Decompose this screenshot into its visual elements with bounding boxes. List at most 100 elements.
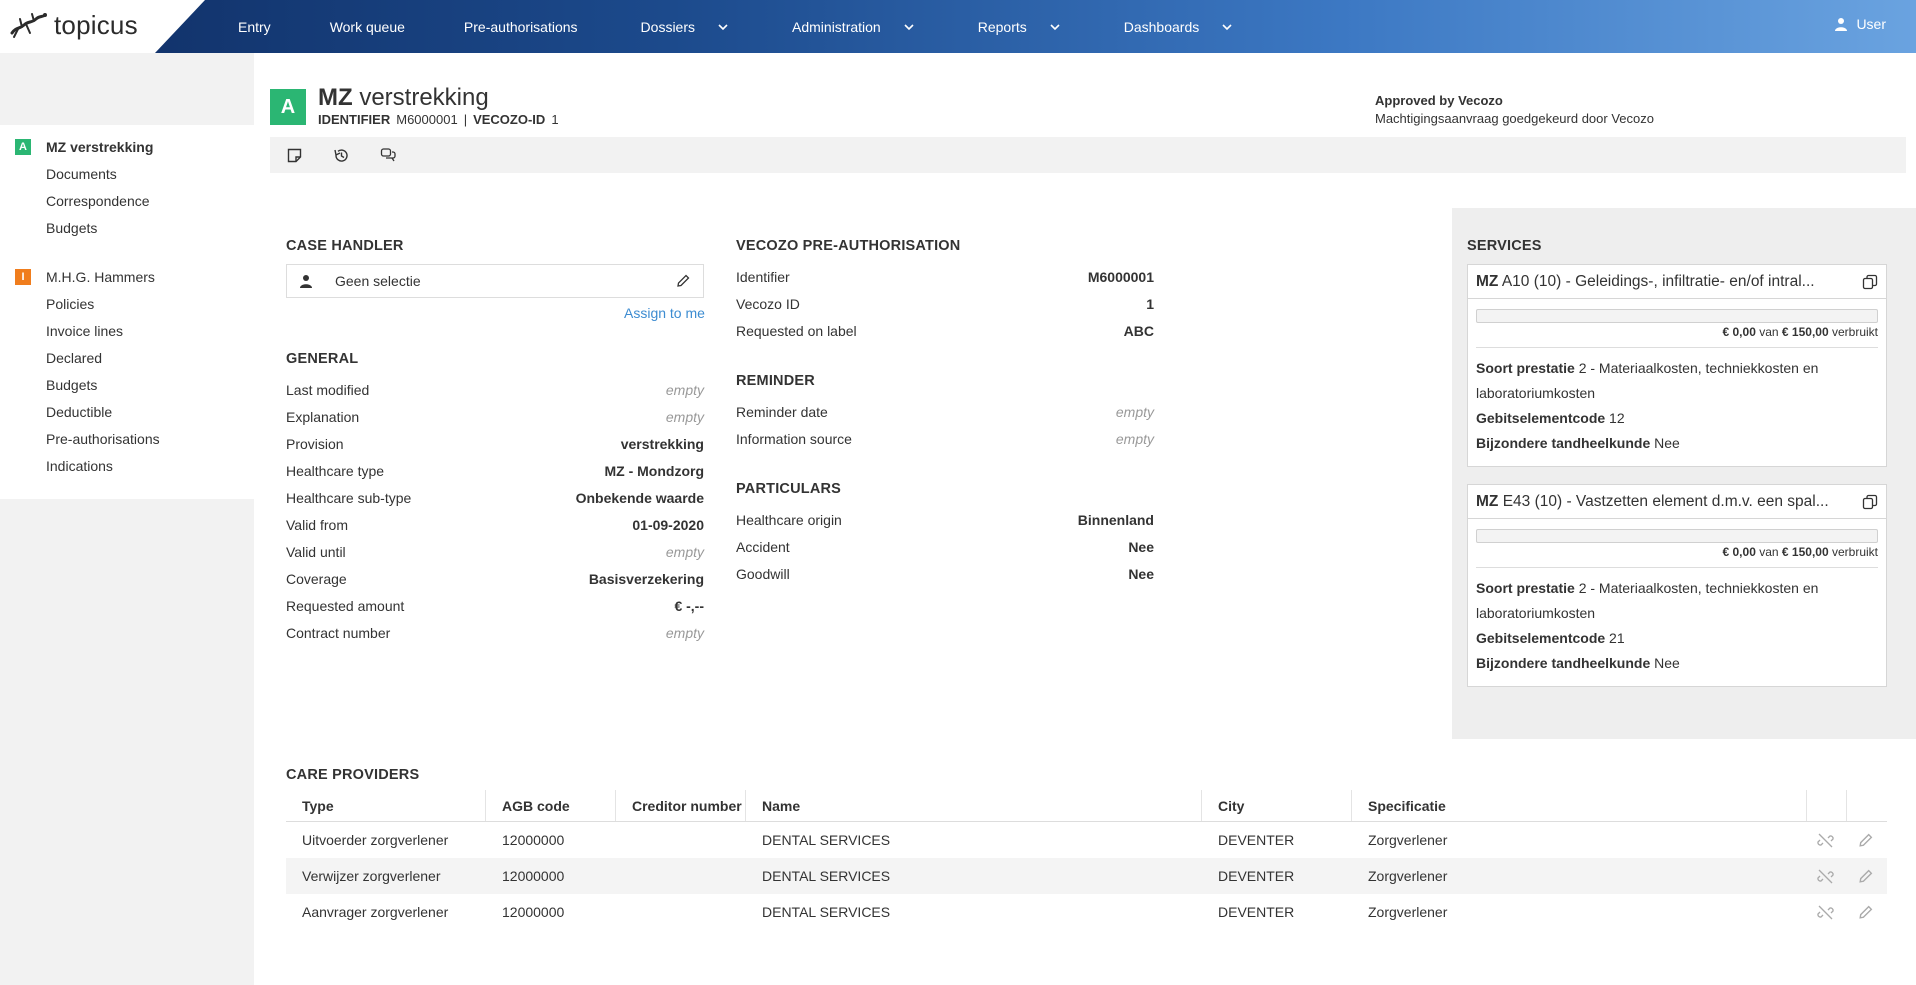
- column-header-name[interactable]: Name: [746, 790, 1202, 821]
- user-menu[interactable]: User: [1834, 16, 1886, 32]
- cell-edit[interactable]: [1847, 822, 1887, 858]
- column-header-type[interactable]: Type: [286, 790, 486, 821]
- sidebar-item-label: Budgets: [46, 376, 98, 393]
- column-header-edit: [1847, 790, 1887, 821]
- column-header-unlink: [1807, 790, 1847, 821]
- vecozo-id-value: 1: [551, 112, 559, 127]
- chevron-down-icon: [718, 23, 728, 30]
- case-handler-title: CASE HANDLER: [286, 238, 404, 254]
- service-title: MZ E43 (10) - Vastzetten element d.m.v. …: [1476, 493, 1829, 511]
- user-icon: [1835, 18, 1848, 31]
- field-reminder-date: Reminder date empty: [736, 398, 1154, 425]
- unlink-icon[interactable]: [1817, 832, 1834, 849]
- status-block: Approved by Vecozo Machtigingsaanvraag g…: [1375, 92, 1654, 128]
- table-body: Uitvoerder zorgverlener 12000000 DENTAL SE…: [286, 822, 1887, 930]
- insured-badge: I: [15, 268, 31, 285]
- field-label: Accident: [736, 538, 790, 555]
- nav-label: Dashboards: [1123, 18, 1200, 35]
- field-value: 01-09-2020: [632, 517, 704, 533]
- sidebar-item-insured-person[interactable]: I M.H.G. Hammers: [0, 263, 254, 290]
- column-header-agb-code[interactable]: AGB code: [486, 790, 616, 821]
- sidebar-item-invoice-lines[interactable]: Invoice lines: [0, 317, 254, 344]
- sidebar-item-budgets-insured[interactable]: Budgets: [0, 371, 254, 398]
- field-value: empty: [1115, 430, 1154, 447]
- service-card[interactable]: MZ E43 (10) - Vastzetten element d.m.v. …: [1467, 484, 1887, 687]
- field-value: € -,--: [674, 598, 704, 615]
- copy-icon[interactable]: [1862, 494, 1878, 510]
- sidebar-item-label: Pre-authorisations: [46, 430, 160, 447]
- comments-icon[interactable]: [380, 147, 397, 164]
- sidebar-item-indications[interactable]: Indications: [0, 452, 254, 479]
- case-handler-select[interactable]: Geen selectie: [286, 264, 704, 298]
- field-value: empty: [665, 408, 704, 425]
- field-label: Provision: [286, 435, 344, 452]
- sidebar-item-budgets[interactable]: Budgets: [0, 214, 254, 241]
- field-requested-on-label: Requested on label ABC: [736, 317, 1154, 344]
- table-row[interactable]: Aanvrager zorgverlener 12000000 DENTAL SER…: [286, 894, 1887, 930]
- sidebar-item-mz-verstrekking[interactable]: A MZ verstrekking: [0, 133, 254, 160]
- brand-logo[interactable]: topicus: [8, 10, 138, 41]
- cell-city: DEVENTER: [1218, 904, 1295, 920]
- unlink-icon[interactable]: [1817, 904, 1834, 921]
- bijzondere-tandheelkunde-label: Bijzondere tandheelkunde: [1476, 655, 1651, 671]
- table-row[interactable]: Verwijzer zorgverlener 12000000 DENTAL SER…: [286, 858, 1887, 894]
- edit-pencil-icon[interactable]: [1857, 832, 1874, 849]
- gebitselementcode-value: 12: [1609, 410, 1625, 426]
- edit-pencil-icon[interactable]: [1857, 904, 1874, 921]
- sidebar-item-policies[interactable]: Policies: [0, 290, 254, 317]
- history-icon[interactable]: [333, 147, 350, 164]
- unlink-icon[interactable]: [1817, 868, 1834, 885]
- field-label: Goodwill: [736, 565, 790, 582]
- nav-label: Entry: [238, 18, 271, 35]
- used-suffix: verbruikt: [1831, 325, 1878, 339]
- sidebar-item-correspondence[interactable]: Correspondence: [0, 187, 254, 214]
- used-of: van: [1759, 325, 1779, 339]
- nav-pre-authorisations[interactable]: Pre-authorisations: [464, 19, 578, 35]
- nav-administration[interactable]: Administration: [792, 19, 915, 35]
- field-label: Healthcare sub-type: [286, 489, 412, 506]
- nav-entry[interactable]: Entry: [238, 19, 271, 35]
- cell-unlink[interactable]: [1807, 894, 1847, 930]
- nav-dossiers[interactable]: Dossiers: [641, 19, 729, 35]
- note-icon[interactable]: [286, 147, 303, 164]
- assign-to-me-link[interactable]: Assign to me: [624, 305, 705, 321]
- field-coverage: Coverage Basisverzekering: [286, 566, 704, 593]
- cell-agb-code: 12000000: [502, 868, 565, 884]
- field-value: empty: [665, 625, 704, 642]
- field-label: Last modified: [286, 381, 370, 398]
- sidebar-item-declared[interactable]: Declared: [0, 344, 254, 371]
- field-label: Contract number: [286, 625, 391, 642]
- cell-edit[interactable]: [1847, 858, 1887, 894]
- field-label: Healthcare origin: [736, 511, 842, 528]
- field-vecozo-id: Vecozo ID 1: [736, 290, 1154, 317]
- status-text: Machtigingsaanvraag goedgekeurd door Vec…: [1375, 111, 1654, 126]
- service-card[interactable]: MZ A10 (10) - Geleidings-, infiltratie- …: [1467, 264, 1887, 467]
- sidebar-item-deductible[interactable]: Deductible: [0, 398, 254, 425]
- cell-unlink[interactable]: [1807, 858, 1847, 894]
- table-row[interactable]: Uitvoerder zorgverlener 12000000 DENTAL SE…: [286, 822, 1887, 858]
- column-header-city[interactable]: City: [1202, 790, 1352, 821]
- sidebar-item-pre-authorisations[interactable]: Pre-authorisations: [0, 425, 254, 452]
- edit-pencil-icon[interactable]: [675, 273, 691, 289]
- field-label: Information source: [736, 430, 852, 447]
- field-last-modified: Last modified empty: [286, 376, 704, 403]
- cell-unlink[interactable]: [1807, 822, 1847, 858]
- cell-agb-code: 12000000: [502, 832, 565, 848]
- column-header-creditor-number[interactable]: Creditor number: [616, 790, 746, 821]
- cell-specificatie: Zorgverlener: [1368, 904, 1448, 920]
- service-description: A10 (10) - Geleidings-, infiltratie- en/…: [1501, 272, 1815, 290]
- sidebar-item-label: Correspondence: [46, 192, 150, 209]
- column-header-specificatie[interactable]: Specificatie: [1352, 790, 1807, 821]
- nav-reports[interactable]: Reports: [978, 19, 1061, 35]
- nav-work-queue[interactable]: Work queue: [330, 19, 405, 35]
- cell-edit[interactable]: [1847, 894, 1887, 930]
- field-label: Coverage: [286, 571, 347, 588]
- copy-icon[interactable]: [1862, 274, 1878, 290]
- edit-pencil-icon[interactable]: [1857, 868, 1874, 885]
- nav-label: Administration: [792, 18, 881, 35]
- field-label: Requested on label: [736, 322, 857, 339]
- sidebar-item-documents[interactable]: Documents: [0, 160, 254, 187]
- nav-dashboards[interactable]: Dashboards: [1124, 19, 1234, 35]
- field-goodwill: Goodwill Nee: [736, 560, 1154, 587]
- authorisation-badge: A: [15, 138, 31, 155]
